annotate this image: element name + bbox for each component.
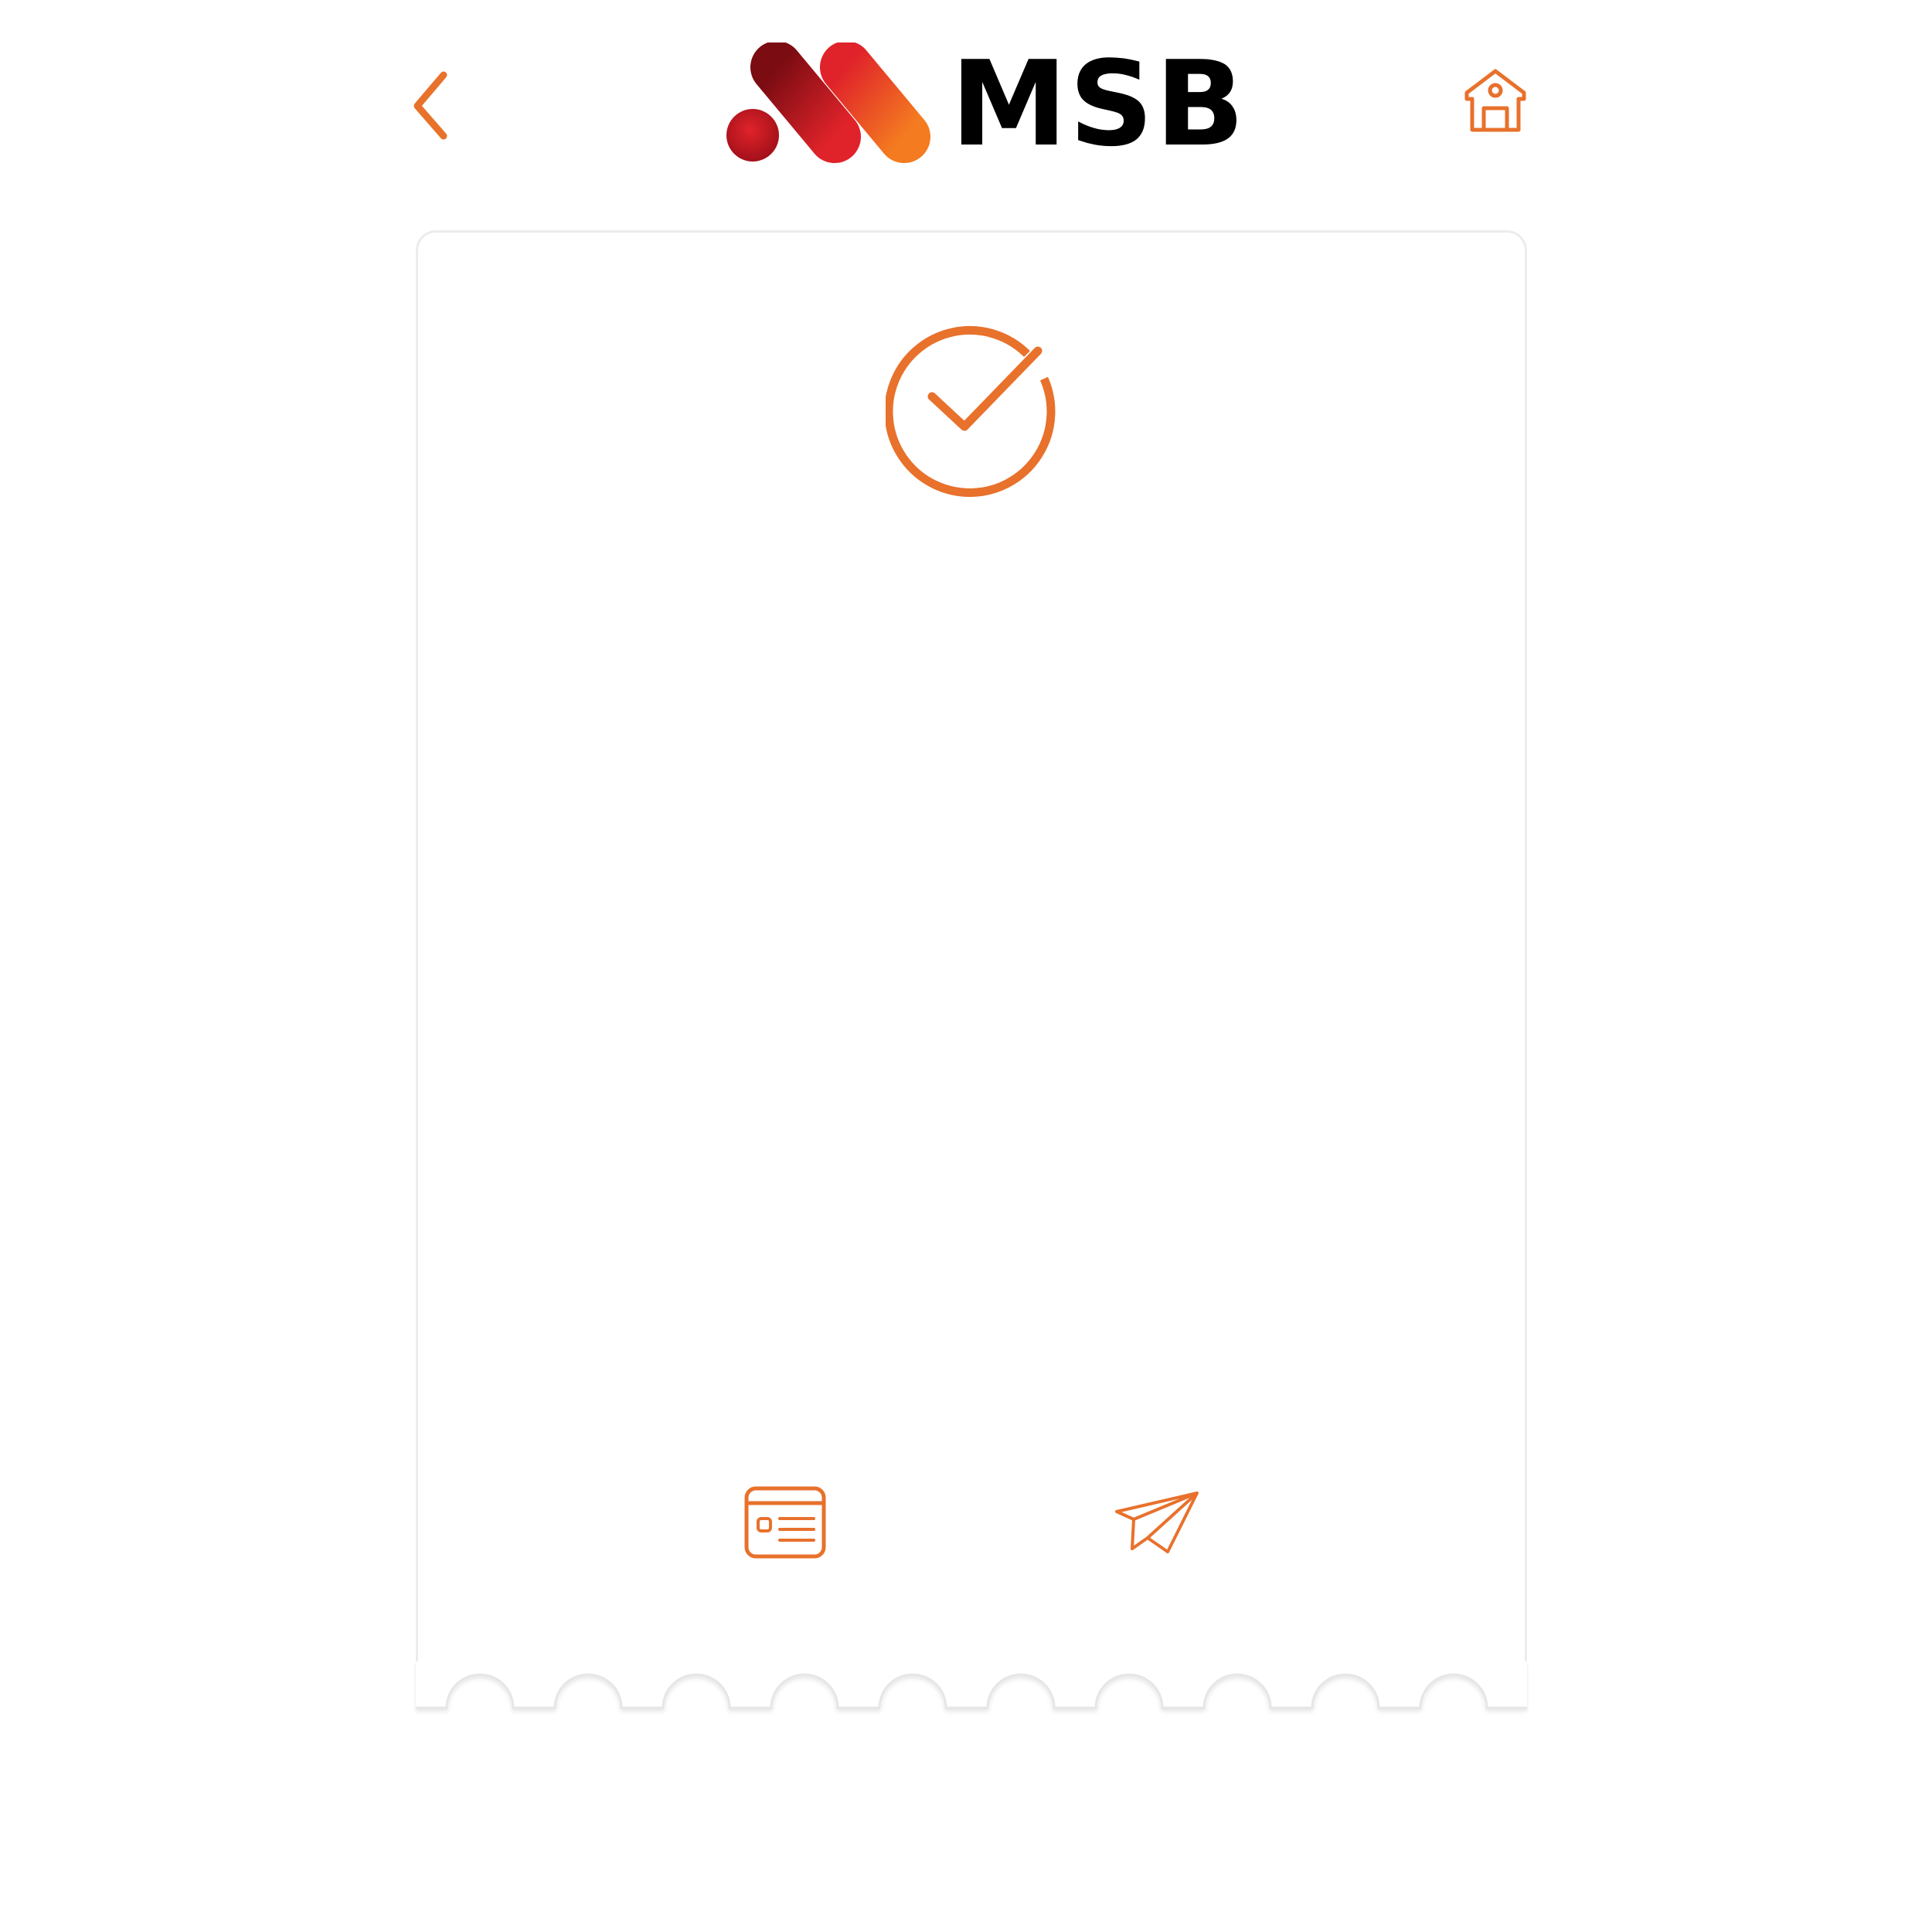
msb-logo: MSB [719, 41, 1245, 166]
brand-name: MSB [951, 36, 1247, 172]
receipt-card [416, 230, 1527, 1706]
home-button[interactable] [1461, 62, 1530, 139]
view-details-button[interactable] [743, 1485, 828, 1562]
header-bar: MSB [0, 0, 1932, 201]
paper-plane-share-icon [1115, 1492, 1199, 1553]
msb-logo-mark [726, 41, 930, 163]
back-button[interactable] [402, 62, 464, 147]
receipt-actions [418, 1485, 1525, 1577]
home-icon [1464, 69, 1526, 132]
receipt-details-icon [744, 1486, 826, 1559]
receipt-edge-fill [416, 1662, 1527, 1708]
transaction-result-screen: MSB [0, 0, 1932, 1932]
receipt-torn-edge [416, 1662, 1527, 1709]
chevron-left-icon [413, 71, 447, 140]
share-button[interactable] [1114, 1488, 1202, 1562]
check-circle-icon [886, 325, 1056, 497]
